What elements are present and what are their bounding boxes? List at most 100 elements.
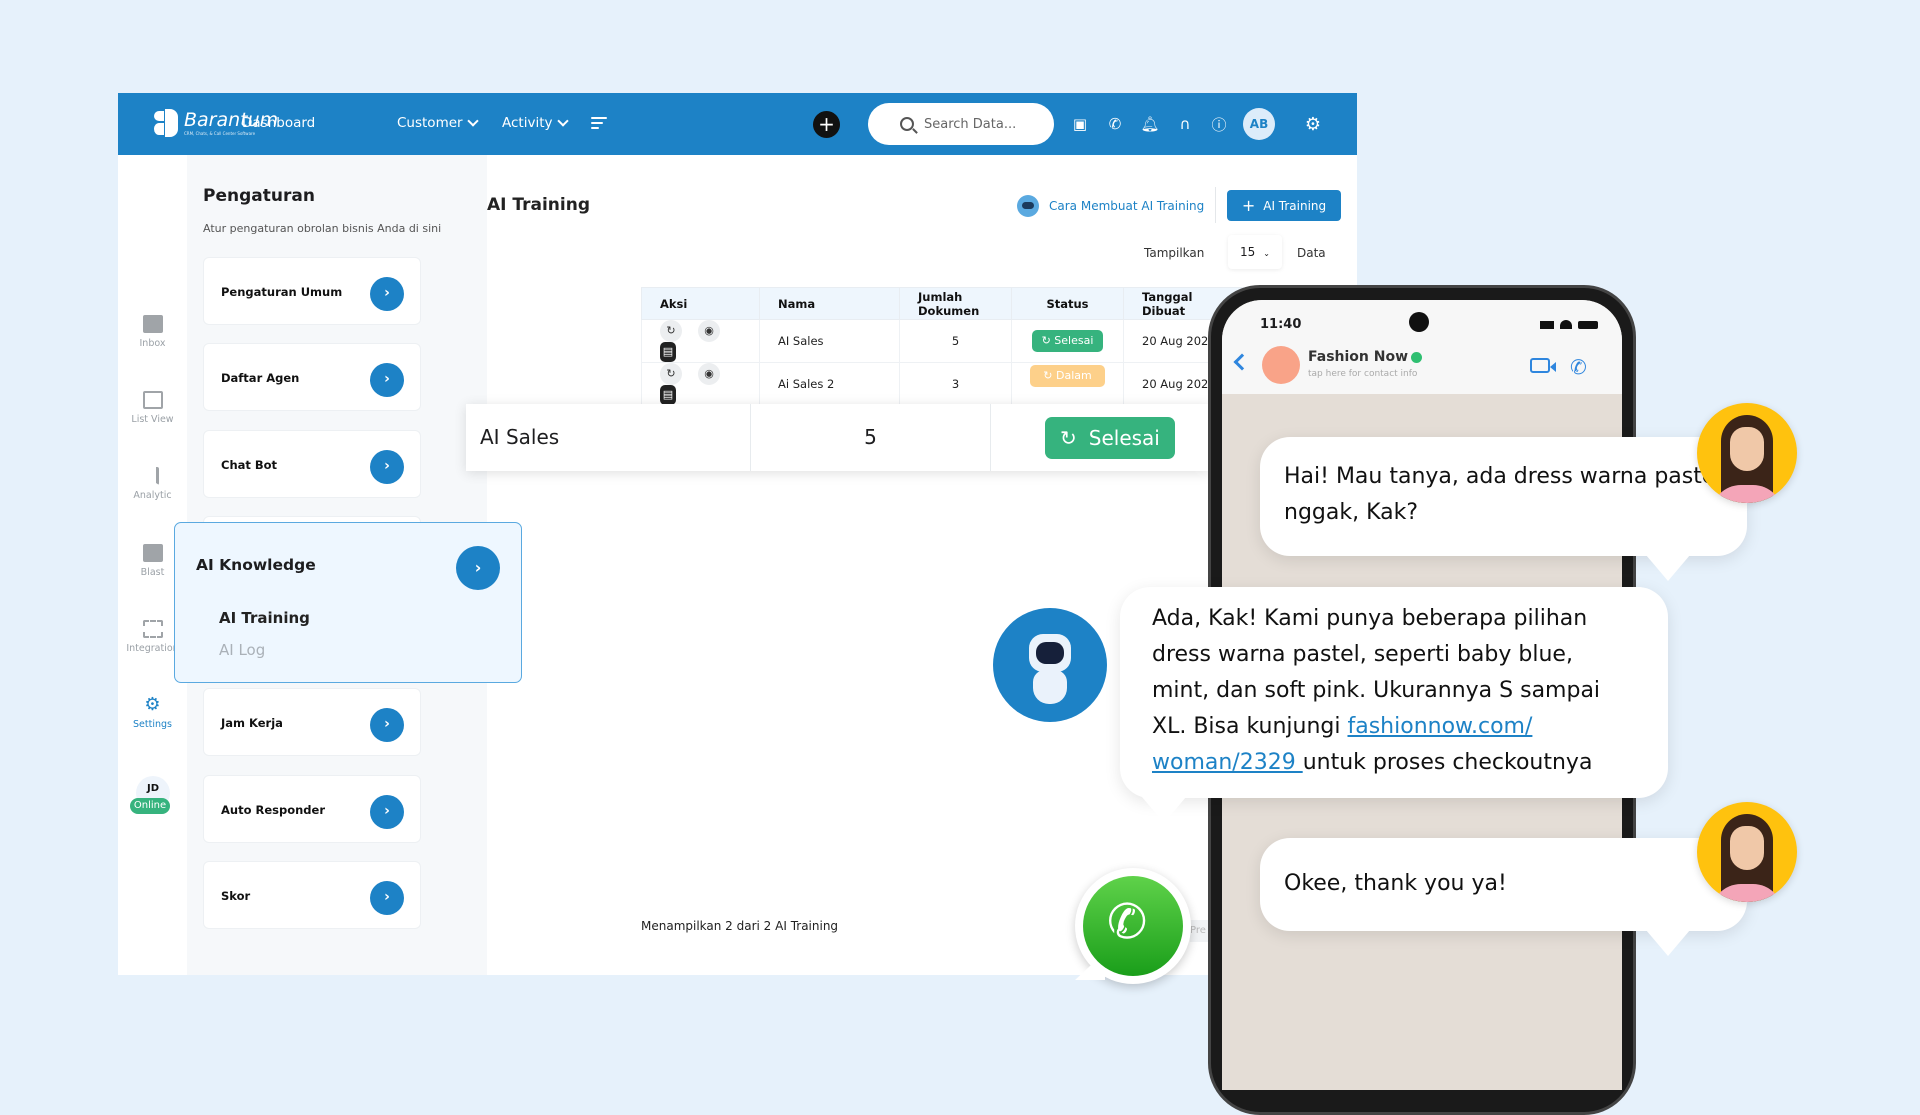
data-label: Data [1297,246,1326,260]
settings-item-pengaturan-umum[interactable]: Pengaturan Umum › [203,257,421,325]
chevron-down-icon [556,115,569,127]
table-row[interactable]: ↻ ◉▤ Ai Sales 2 3 ↻ Dalam Proses 20 Aug 2… [641,362,1244,406]
signal-icon [1540,320,1554,329]
submenu-ai-log[interactable]: AI Log [219,641,265,659]
whatsapp-logo-icon: ✆ [1075,868,1191,984]
chevron-right-icon[interactable]: › [370,363,404,397]
status-badge: ↻ Dalam Proses [1030,364,1105,404]
voice-call-icon[interactable]: ✆ [1570,355,1587,379]
ai-training-table: Aksi Nama Jumlah Dokumen Status Tanggal … [641,287,1244,406]
settings-title: Pengaturan [203,186,315,206]
add-ai-training-button[interactable]: + AI Training [1227,190,1341,221]
chevron-right-icon[interactable]: › [456,546,500,590]
user-avatar[interactable]: AB [1243,108,1275,140]
add-button[interactable]: + [813,111,840,138]
plus-icon: + [1241,196,1256,215]
cell-status: ↻ Dalam Proses [1011,362,1124,406]
settings-item-label: Daftar Agen [221,371,300,385]
row-actions: ↻ ◉ ▤ [641,362,760,406]
status-text: Selesai [1088,425,1160,450]
grid-icon [142,620,163,638]
headset-icon[interactable]: ∩ [1173,112,1197,136]
refresh-icon: ↻ [1060,425,1077,450]
ai-knowledge-popover: AI Knowledge › AI Training AI Log [174,522,522,683]
bell-icon[interactable]: 🔔︎ [1138,112,1162,136]
settings-item-label: Jam Kerja [221,716,283,730]
chevron-right-icon[interactable]: › [370,795,404,829]
cell-nama: AI Sales [759,319,900,363]
contact-info-hint: tap here for contact info [1308,369,1418,379]
refresh-icon[interactable]: ↻ [660,320,682,342]
customer-message-2: Okee, thank you ya! [1260,838,1747,956]
nav-dashboard[interactable]: Dashboard [242,115,315,131]
chevron-right-icon[interactable]: › [370,277,404,311]
ai-robot-avatar [993,608,1107,722]
settings-item-label: Pengaturan Umum [221,285,343,299]
cell-nama: Ai Sales 2 [759,362,900,406]
help-icon[interactable]: ⓘ [1207,112,1231,136]
rail-item-inbox[interactable]: Inbox [118,315,187,349]
battery-icon [1578,320,1598,329]
customer-avatar [1697,403,1797,503]
status-badge[interactable]: Online [130,798,170,814]
menu-icon[interactable] [591,117,607,131]
chevron-right-icon[interactable]: › [370,881,404,915]
rail-item-analytic[interactable]: Analytic [118,467,187,501]
col-jumlah-dokumen[interactable]: Jumlah Dokumen [899,287,1012,320]
show-label: Tampilkan [1144,246,1205,260]
chevron-right-icon[interactable]: › [370,708,404,742]
rail-item-list-view[interactable]: List View [118,391,187,425]
nav-customer[interactable]: Customer [397,115,479,131]
highlight-jumlah: 5 [751,404,991,471]
eye-icon[interactable]: ◉ [698,320,720,342]
status-badge: ↻ Selesai [1031,330,1104,352]
guide-link[interactable]: Cara Membuat AI Training [1017,195,1204,217]
eye-icon[interactable]: ◉ [698,363,720,385]
chevron-right-icon[interactable]: › [370,450,404,484]
chevron-down-icon [466,115,479,127]
inbox-icon [142,315,163,333]
nav-activity-label: Activity [502,115,553,131]
back-icon[interactable] [1233,353,1251,371]
settings-item-jam-kerja[interactable]: Jam Kerja › [203,688,421,756]
contact-avatar[interactable] [1262,346,1300,384]
popover-title: AI Knowledge [196,556,316,574]
document-icon[interactable]: ▤ [660,342,676,362]
cell-jumlah: 3 [899,362,1012,406]
submenu-ai-training[interactable]: AI Training [219,609,310,627]
document-icon[interactable]: ▤ [660,385,676,405]
chat-bot-icon[interactable]: ▣ [1068,112,1092,136]
status-text: Selesai [1054,334,1094,347]
settings-item-label: Auto Responder [221,803,326,817]
cell-status: ↻ Selesai [1011,319,1124,363]
contact-name[interactable]: Fashion Now [1308,349,1423,365]
customer-message-1: Hai! Mau tanya, ada dress warna pastel n… [1260,437,1747,581]
chat-header: 11:40 Fashion Now tap here for contact i… [1222,300,1622,394]
highlight-status-cell: ↻ Selesai [991,416,1210,459]
camera-notch [1409,312,1429,332]
gear-icon[interactable]: ⚙ [1301,112,1325,136]
settings-item-label: Skor [221,889,251,903]
per-page-select[interactable]: 15 ⌄ [1228,235,1282,269]
col-nama[interactable]: Nama [759,287,900,320]
settings-item-skor[interactable]: Skor › [203,861,421,929]
nav-activity[interactable]: Activity [502,115,569,131]
rail-item-settings[interactable]: ⚙ Settings [118,696,187,731]
top-navbar: Barantum CRM, Chats, & Call Center Softw… [118,93,1357,155]
settings-subtitle: Atur pengaturan obrolan bisnis Anda di s… [203,222,442,235]
phone-call-icon[interactable]: ✆ [1103,112,1127,136]
search-input[interactable]: Search Data... [868,103,1054,145]
settings-item-chat-bot[interactable]: Chat Bot › [203,430,421,498]
video-call-icon[interactable] [1530,358,1556,373]
col-aksi[interactable]: Aksi [641,287,760,320]
add-button-label: AI Training [1263,198,1327,213]
settings-item-auto-responder[interactable]: Auto Responder › [203,775,421,843]
settings-item-daftar-agen[interactable]: Daftar Agen › [203,343,421,411]
table-row[interactable]: ↻ ◉▤ AI Sales 5 ↻ Selesai 20 Aug 2024, [641,319,1244,363]
rail-label: List View [131,414,174,425]
bot-reply-suffix: untuk proses checkoutnya [1302,750,1593,775]
bot-reply-message: Ada, Kak! Kami punya beberapa pilihan dr… [1120,587,1668,823]
pagination-summary: Menampilkan 2 dari 2 AI Training [641,919,839,933]
refresh-icon[interactable]: ↻ [660,363,682,385]
col-status[interactable]: Status [1011,287,1124,320]
